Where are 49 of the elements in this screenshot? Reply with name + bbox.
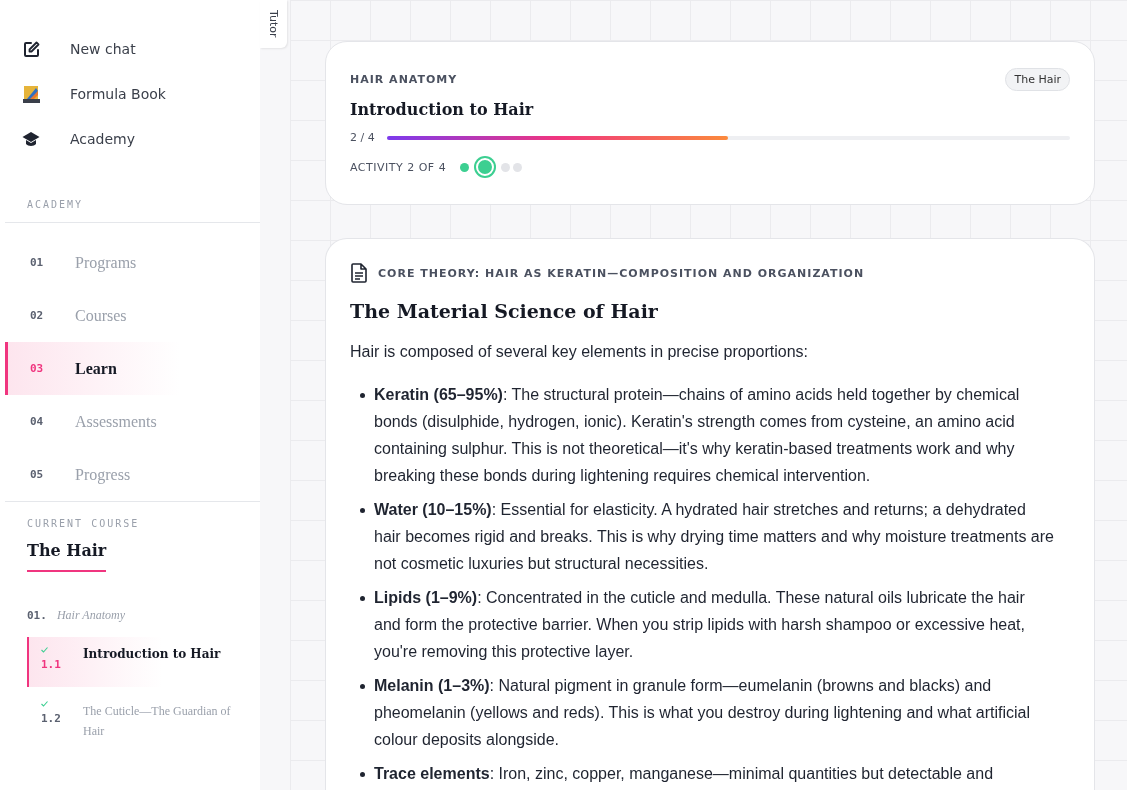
module-number: 01. <box>27 609 47 622</box>
sidebar-item[interactable]: Formula Book <box>0 71 260 116</box>
bullet-icon <box>360 508 365 513</box>
pencil-square-icon <box>22 39 40 58</box>
bullet-icon <box>360 772 365 777</box>
sidebar-item[interactable]: New chat <box>0 26 260 71</box>
bullet-text: Lipids (1–9%): Concentrated in the cuticle and medulla. These natural oils lubricate the hair and form the protective barrier. When you strip lipids with harsh shampoo or excessive heat, you're removing this protective layer. <box>374 588 1026 662</box>
lesson-title: Introduction to Hair <box>83 647 221 661</box>
lesson-title: Introduction to Hair <box>350 100 535 119</box>
document-icon <box>350 263 368 283</box>
nav-item[interactable]: 01 Programs <box>5 236 180 289</box>
book-icon <box>22 84 40 103</box>
item-label: Programs <box>75 253 137 272</box>
item-label: Learn <box>75 359 117 378</box>
lesson-number: 1.1 <box>41 657 62 671</box>
section-label: CURRENT COURSE <box>27 518 141 529</box>
lesson-title: The Cuticle—The Guardian of Hair <box>83 703 232 740</box>
lesson-number: 1.2 <box>41 711 62 725</box>
bullet-text: Keratin (65–95%): The structural protein—chains of amino acids held together by chemical bonds (disulphide, hydrogen, ionic). Keratin's strength comes from cysteine, an amino acid containing sulphur. This is not theoretical—it's why keratin-based treatments work and why breaking these bonds during lightening requires chemical intervention. <box>374 385 1021 486</box>
item-label: Courses <box>75 306 127 325</box>
graduation-cap-icon <box>22 129 40 148</box>
module-label: HAIR ANATOMY <box>350 73 458 86</box>
nav-item[interactable]: 05 Progress <box>5 448 180 501</box>
bullet-icon <box>360 684 365 689</box>
item-number: 03 <box>30 362 45 375</box>
bullet-icon <box>360 393 365 398</box>
bullet-text: Melanin (1–3%): Natural pigment in granule form—eumelanin (browns and blacks) and pheomelanin (yellows and reds). This is what you destroy during lightening and what artificial colour deposits alongside. <box>374 676 1032 750</box>
sidebar-item[interactable]: Academy <box>0 116 260 161</box>
content-heading: The Material Science of Hair <box>350 300 659 322</box>
module-title: Hair Anatomy <box>56 608 125 623</box>
item-label: Assessments <box>75 412 157 431</box>
tutor-tab[interactable]: Tutor <box>260 0 287 48</box>
item-number: 05 <box>30 468 45 481</box>
lesson-item[interactable]: 1.2 The Cuticle—The Guardian of Hair <box>27 691 252 751</box>
item-label: Progress <box>75 465 131 484</box>
item-number: 01 <box>30 256 45 269</box>
section-heading: CORE THEORY: HAIR AS KERATIN—COMPOSITION AND ORGANIZATION <box>378 266 865 280</box>
progress-text: 2 / 4 <box>350 131 375 144</box>
bullet-text: Water (10–15%): Essential for elasticity. A hydrated hair stretches and returns; a dehydrated hair becomes rigid and breaks. This is why drying time matters and why moisture treatments are not cosmetic luxuries but structural necessities. <box>374 500 1054 574</box>
nav-item[interactable]: 02 Courses <box>5 289 180 342</box>
course-badge: The Hair <box>1005 68 1070 91</box>
nav-item[interactable]: 04 Assessments <box>5 395 180 448</box>
item-number: 02 <box>30 309 45 322</box>
course-title: The Hair <box>27 529 107 572</box>
activity-text: ACTIVITY 2 OF 4 <box>350 160 447 174</box>
bullet-icon <box>360 596 365 601</box>
intro-paragraph: Hair is composed of several key elements in precise proportions: <box>350 342 809 362</box>
item-number: 04 <box>30 415 45 428</box>
bullet-text: Trace elements: Iron, zinc, copper, manganese—minimal quantities but detectable and <box>374 764 994 784</box>
